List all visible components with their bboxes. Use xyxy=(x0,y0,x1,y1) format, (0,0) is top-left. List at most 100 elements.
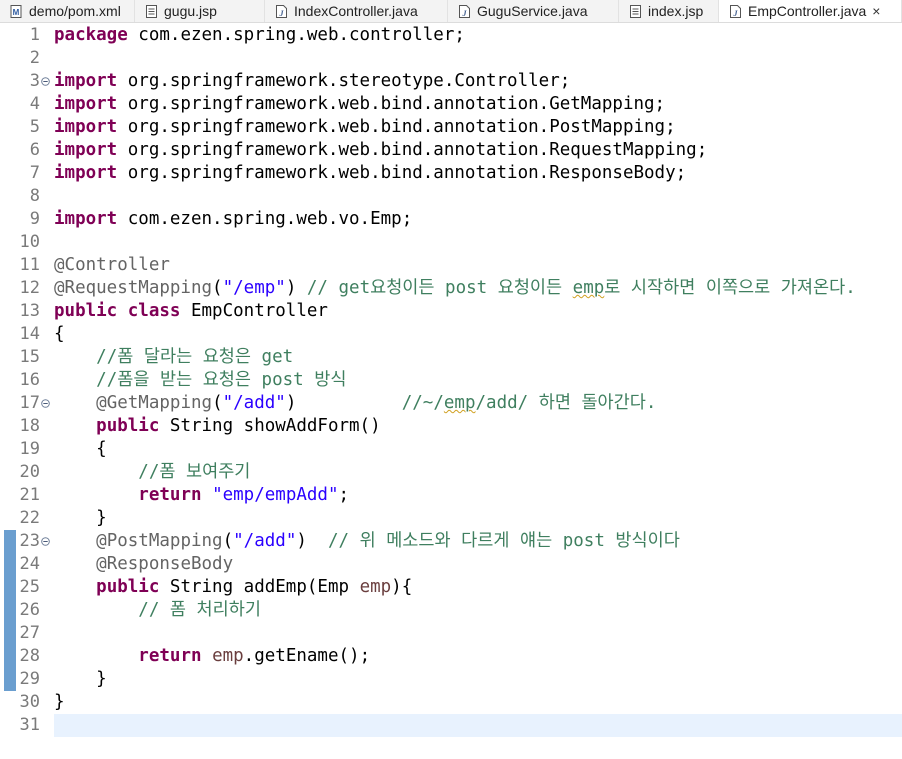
line-number: 21 xyxy=(19,485,40,505)
code-token: @PostMapping xyxy=(96,531,223,551)
code-line[interactable]: return emp.getEname(); xyxy=(54,645,370,668)
line-number: 20 xyxy=(19,462,40,482)
tab-index-jsp[interactable]: index.jsp xyxy=(619,0,719,22)
code-token: import xyxy=(54,140,118,160)
code-line[interactable]: import com.ezen.spring.web.vo.Emp; xyxy=(54,208,412,231)
code-token: @ResponseBody xyxy=(96,554,234,574)
line-number: 15 xyxy=(19,347,40,367)
line-number: 14 xyxy=(19,324,40,344)
code-token: ( xyxy=(222,531,234,551)
tab-label: index.jsp xyxy=(648,3,704,19)
tab-label: EmpController.java xyxy=(748,3,867,19)
tab-empcontroller-java[interactable]: J EmpController.java × xyxy=(719,0,902,22)
code-token: import xyxy=(54,94,118,114)
line-number: 12 xyxy=(19,278,40,298)
code-line[interactable]: @GetMapping("/add") //~/emp/add/ 하면 돌아간다… xyxy=(54,392,656,415)
code-token: // 폼 처리하기 xyxy=(138,600,261,620)
tab-guguservice-java[interactable]: J GuguService.java xyxy=(448,0,619,22)
code-token: emp xyxy=(359,577,392,597)
code-token: // get요청이든 post 요청이든 xyxy=(306,278,573,298)
fold-toggle-icon[interactable] xyxy=(41,70,50,93)
code-token: com.ezen.spring.web.vo.Emp; xyxy=(117,209,413,229)
code-line[interactable]: { xyxy=(54,323,65,346)
code-line[interactable]: import org.springframework.web.bind.anno… xyxy=(54,162,686,185)
code-line[interactable]: @Controller xyxy=(54,254,170,277)
line-number: 13 xyxy=(19,301,40,321)
code-token: "emp/empAdd" xyxy=(212,485,339,505)
tab-indexcontroller-java[interactable]: J IndexController.java xyxy=(265,0,448,22)
code-line[interactable]: @PostMapping("/add") // 위 메소드와 다르게 얘는 po… xyxy=(54,530,680,553)
code-token: 로 시작하면 이쪽으로 가져온다. xyxy=(604,278,856,298)
code-token: //폼을 받는 요청은 post 방식 xyxy=(96,370,347,390)
code-token: ) xyxy=(285,393,402,413)
code-token: "/add" xyxy=(233,531,297,551)
code-token: org.springframework.stereotype.Controlle… xyxy=(117,71,571,91)
code-line[interactable]: //폼 달라는 요청은 get xyxy=(54,346,293,369)
code-line[interactable]: //폼 보여주기 xyxy=(54,461,250,484)
code-token: "/add" xyxy=(222,393,286,413)
code-token: EmpController xyxy=(180,301,328,321)
code-token: public xyxy=(54,301,118,321)
line-number: 22 xyxy=(19,508,40,528)
code-line[interactable]: import org.springframework.web.bind.anno… xyxy=(54,93,665,116)
code-line[interactable]: @ResponseBody xyxy=(54,553,233,576)
code-line[interactable]: } xyxy=(54,507,107,530)
tab-gugu-jsp[interactable]: gugu.jsp xyxy=(135,0,265,22)
code-token: public xyxy=(96,577,160,597)
code-token: import xyxy=(54,209,118,229)
code-token: @RequestMapping xyxy=(54,278,213,298)
code-token: //폼 달라는 요청은 get xyxy=(96,347,294,367)
svg-text:M: M xyxy=(13,8,20,17)
code-line[interactable]: public String showAddForm() xyxy=(54,415,380,438)
line-number: 19 xyxy=(19,439,40,459)
line-number: 5 xyxy=(29,117,40,137)
line-number: 28 xyxy=(19,646,40,666)
code-line[interactable]: return "emp/empAdd"; xyxy=(54,484,349,507)
code-line[interactable]: import org.springframework.stereotype.Co… xyxy=(54,70,570,93)
code-token: /add/ 하면 돌아간다. xyxy=(475,393,657,413)
code-token: ){ xyxy=(391,577,413,597)
code-line[interactable]: import org.springframework.web.bind.anno… xyxy=(54,116,676,139)
line-number: 6 xyxy=(29,140,40,160)
code-line[interactable]: package com.ezen.spring.web.controller; xyxy=(54,24,465,47)
editor-tab-bar: Mdemo/pom.xml gugu.jsp J IndexController.ja… xyxy=(0,0,902,23)
code-line[interactable]: import org.springframework.web.bind.anno… xyxy=(54,139,707,162)
fold-toggle-icon[interactable] xyxy=(41,530,50,553)
code-line[interactable]: { xyxy=(54,438,107,461)
line-number: 9 xyxy=(29,209,40,229)
code-token: String addEmp(Emp xyxy=(159,577,360,597)
fold-toggle-icon[interactable] xyxy=(41,392,50,415)
line-number: 29 xyxy=(19,669,40,689)
code-line[interactable]: //폼을 받는 요청은 post 방식 xyxy=(54,369,346,392)
code-line[interactable]: public String addEmp(Emp emp){ xyxy=(54,576,412,599)
code-line[interactable]: } xyxy=(54,691,65,714)
code-line[interactable]: @RequestMapping("/emp") // get요청이든 post … xyxy=(54,277,856,300)
code-token: org.springframework.web.bind.annotation.… xyxy=(117,140,708,160)
line-number: 25 xyxy=(19,577,40,597)
line-number: 26 xyxy=(19,600,40,620)
code-token: @GetMapping xyxy=(96,393,213,413)
java-file-icon: J xyxy=(729,4,742,18)
close-icon[interactable]: × xyxy=(872,3,880,19)
code-line[interactable]: } xyxy=(54,668,107,691)
code-token: } xyxy=(54,692,65,712)
tab-demo-pom-xml[interactable]: Mdemo/pom.xml xyxy=(0,0,135,22)
code-token: { xyxy=(54,324,65,344)
line-number: 24 xyxy=(19,554,40,574)
maven-file-icon: M xyxy=(10,4,23,18)
line-number: 17 xyxy=(19,393,40,413)
code-line[interactable]: // 폼 처리하기 xyxy=(54,599,261,622)
tab-label: IndexController.java xyxy=(294,3,418,19)
code-editor[interactable]: 1 package com.ezen.spring.web.controller;… xyxy=(0,23,902,759)
code-line[interactable]: public class EmpController xyxy=(54,300,328,323)
jsp-file-icon xyxy=(629,4,642,18)
